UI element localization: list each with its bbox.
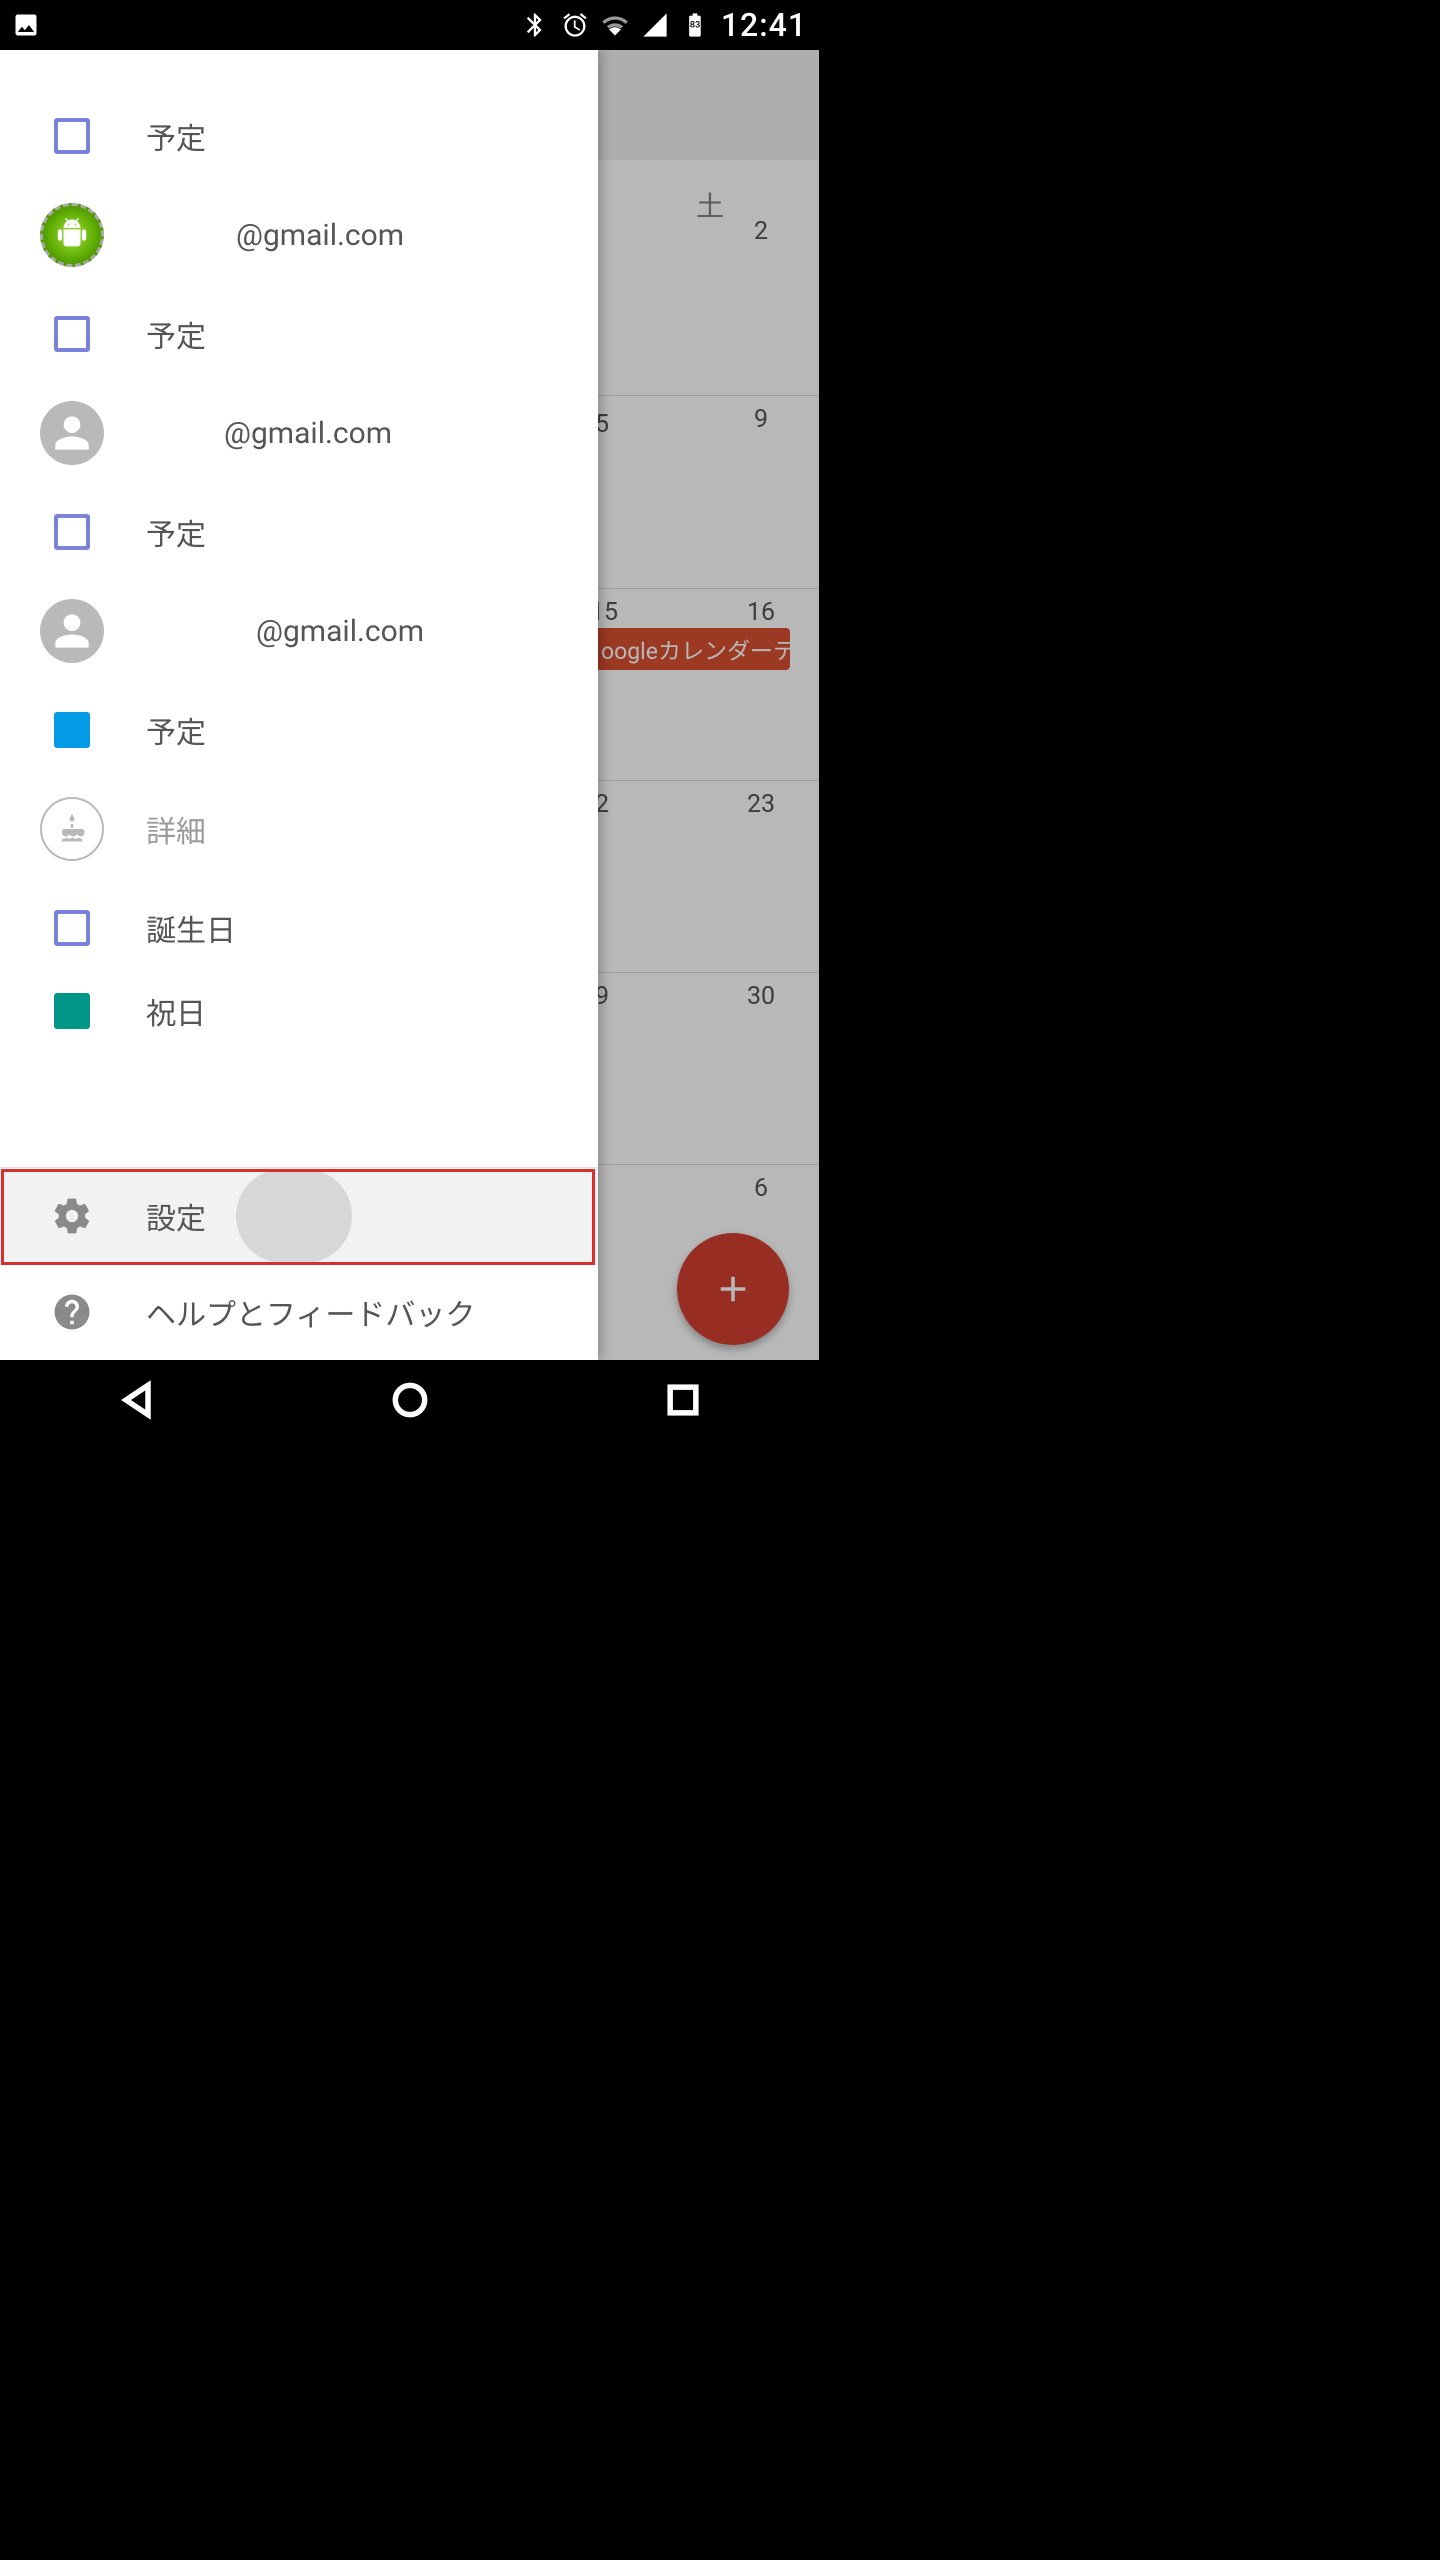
calendar-toggle-yotei-2[interactable]: 予定 bbox=[0, 290, 598, 378]
calendar-label: 予定 bbox=[146, 114, 206, 158]
checkbox-icon bbox=[54, 118, 90, 154]
account-row-2[interactable]: @gmail.com bbox=[0, 378, 598, 488]
account-row-3[interactable]: @gmail.com bbox=[0, 576, 598, 686]
home-button[interactable] bbox=[388, 1378, 432, 1422]
back-button[interactable] bbox=[115, 1378, 159, 1422]
calendar-label: 誕生日 bbox=[146, 906, 236, 950]
calendar-label: 予定 bbox=[146, 708, 206, 752]
calendar-label: 予定 bbox=[146, 312, 206, 356]
cake-icon bbox=[40, 797, 104, 861]
calendar-toggle-birthday[interactable]: 誕生日 bbox=[0, 884, 598, 972]
picture-icon bbox=[12, 11, 40, 39]
calendar-toggle-yotei-4[interactable]: 予定 bbox=[0, 686, 598, 774]
calendar-toggle-yotei-1[interactable]: 予定 bbox=[0, 92, 598, 180]
more-label: 詳細 bbox=[146, 807, 206, 851]
status-bar: 83 12:41 bbox=[0, 0, 819, 50]
help-icon bbox=[40, 1291, 104, 1333]
android-nav-bar bbox=[0, 1360, 819, 1440]
account-email: @gmail.com bbox=[146, 218, 404, 253]
alarm-icon bbox=[561, 11, 589, 39]
help-label: ヘルプとフィードバック bbox=[146, 1290, 475, 1334]
person-avatar-icon bbox=[40, 599, 104, 663]
battery-icon: 83 bbox=[681, 11, 709, 39]
calendar-toggle-yotei-3[interactable]: 予定 bbox=[0, 488, 598, 576]
recents-button[interactable] bbox=[661, 1378, 705, 1422]
checkbox-icon bbox=[54, 910, 90, 946]
drawer-scrim[interactable] bbox=[598, 50, 819, 1360]
gear-icon bbox=[40, 1195, 104, 1237]
settings-item[interactable]: 設定 bbox=[0, 1168, 598, 1264]
android-avatar-icon bbox=[40, 203, 104, 267]
calendar-label: 祝日 bbox=[146, 989, 206, 1033]
calendar-toggle-holiday[interactable]: 祝日 bbox=[0, 972, 598, 1050]
calendar-label: 予定 bbox=[146, 510, 206, 554]
svg-text:83: 83 bbox=[690, 19, 701, 30]
signal-icon bbox=[641, 11, 669, 39]
account-email: @gmail.com bbox=[146, 416, 392, 451]
person-avatar-icon bbox=[40, 401, 104, 465]
account-row-1[interactable]: @gmail.com bbox=[0, 180, 598, 290]
checkbox-icon bbox=[54, 316, 90, 352]
more-row[interactable]: 詳細 bbox=[0, 774, 598, 884]
checkbox-icon bbox=[54, 514, 90, 550]
account-email: @gmail.com bbox=[146, 614, 424, 649]
settings-label: 設定 bbox=[146, 1194, 206, 1238]
checkbox-checked-icon bbox=[54, 993, 90, 1029]
navigation-drawer: 予定 @gmail.com 予定 bbox=[0, 50, 598, 1360]
bluetooth-icon bbox=[521, 11, 549, 39]
help-item[interactable]: ヘルプとフィードバック bbox=[0, 1264, 598, 1360]
touch-ripple bbox=[236, 1169, 352, 1263]
wifi-icon bbox=[601, 11, 629, 39]
status-clock: 12:41 bbox=[721, 6, 807, 44]
checkbox-checked-icon bbox=[54, 712, 90, 748]
